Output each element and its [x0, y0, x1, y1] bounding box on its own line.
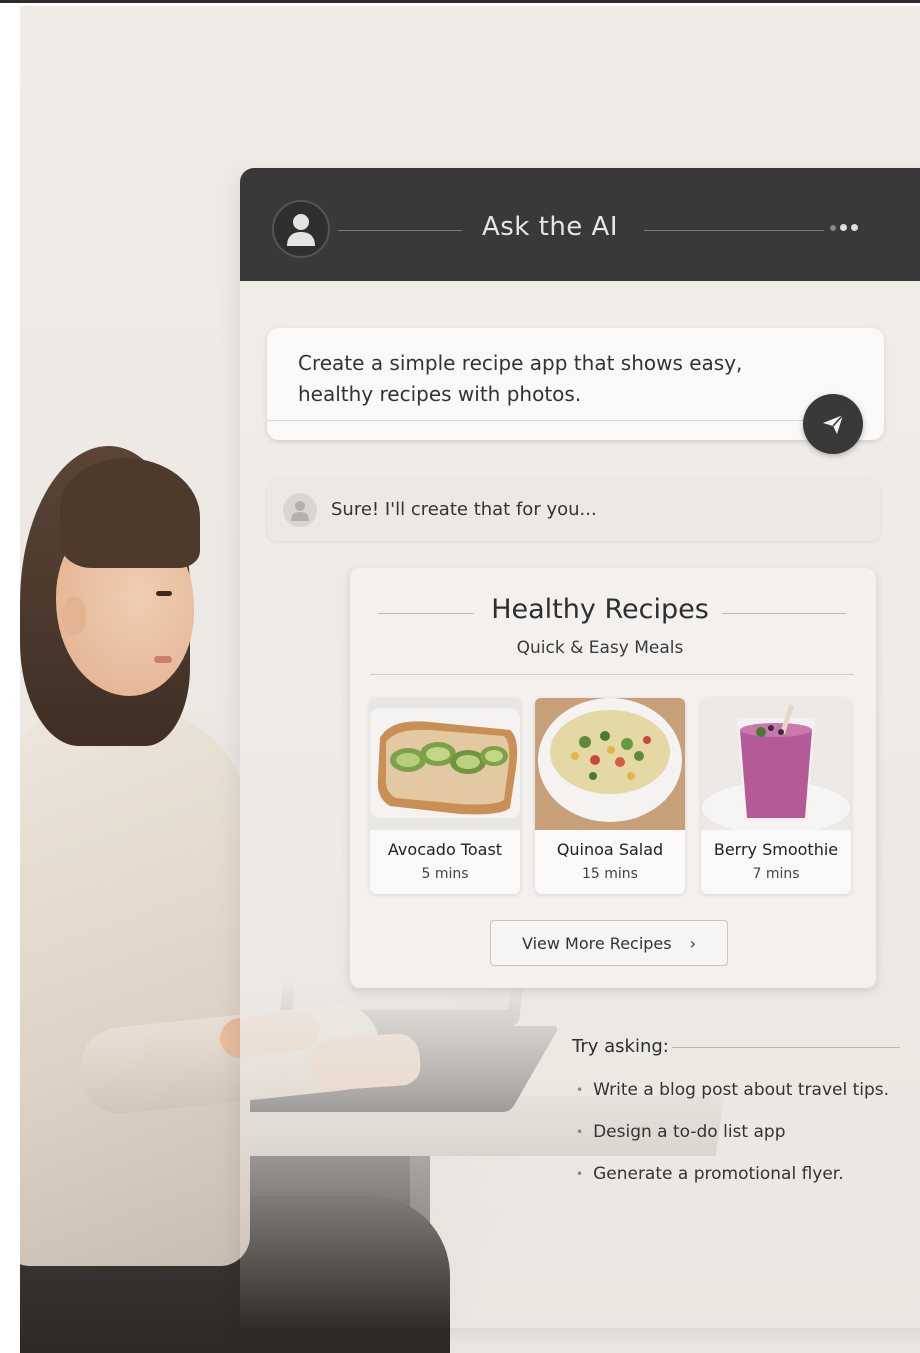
recipe-tile-avocado-toast[interactable]: Avocado Toast 5 mins [370, 698, 520, 894]
prompt-input[interactable]: Create a simple recipe app that shows ea… [267, 328, 884, 440]
user-icon [287, 214, 315, 246]
prompt-line-2: healthy recipes with photos. [298, 382, 582, 406]
chevron-right-icon: › [689, 933, 697, 953]
suggestion-item[interactable]: • Generate a promotional flyer. [576, 1164, 844, 1184]
top-border [0, 0, 920, 3]
recipe-card-subtitle: Quick & Easy Meals [516, 638, 684, 658]
prompt-text: Create a simple recipe app that shows ea… [298, 348, 778, 410]
bullet-icon: • [576, 1167, 584, 1181]
recipe-time: 7 mins [752, 866, 800, 882]
recipe-name: Berry Smoothie [713, 840, 839, 859]
title-rule-right [722, 613, 846, 614]
panel-header: Ask the AI [240, 168, 920, 281]
bullet-icon: • [576, 1125, 584, 1139]
paper-plane-icon [823, 414, 844, 434]
ai-chat-panel: Ask the AI Create a simple recipe app th… [240, 168, 920, 1328]
recipe-time: 5 mins [421, 866, 469, 882]
recipe-card-title: Healthy Recipes [491, 594, 709, 625]
woman-torso [20, 706, 250, 1266]
ai-avatar-icon [283, 493, 317, 527]
suggestion-text: Design a to-do list app [593, 1122, 786, 1142]
ai-reply-message: Sure! I'll create that for you... [267, 479, 880, 541]
more-options-icon[interactable] [830, 224, 858, 231]
woman-ear [62, 596, 86, 636]
try-asking-rule [672, 1047, 900, 1048]
recipe-tile-quinoa-salad[interactable]: Quinoa Salad 15 mins [535, 698, 685, 894]
view-more-label: View More Recipes [521, 933, 672, 953]
reply-text: Sure! I'll create that for you... [331, 499, 597, 520]
recipe-tile-berry-smoothie[interactable]: Berry Smoothie 7 mins [701, 698, 851, 894]
recipe-name: Quinoa Salad [556, 840, 664, 859]
dot [840, 224, 847, 231]
woman-lips [154, 656, 172, 663]
background-scene: Ask the AI Create a simple recipe app th… [20, 6, 920, 1353]
suggestion-item[interactable]: • Write a blog post about travel tips. [576, 1080, 889, 1100]
prompt-line-1: Create a simple recipe app that shows ea… [298, 351, 743, 375]
prompt-underline [267, 420, 807, 421]
send-button[interactable] [803, 394, 863, 454]
avocado-toast-photo [370, 698, 520, 830]
card-divider [370, 674, 854, 675]
header-rule-left [338, 230, 462, 231]
panel-title: Ask the AI [481, 212, 619, 242]
dot [830, 224, 836, 231]
woman-bangs [60, 458, 200, 568]
recipe-name: Avocado Toast [387, 840, 503, 859]
user-avatar[interactable] [272, 200, 330, 258]
header-rule-right [644, 230, 824, 231]
quinoa-salad-photo [535, 698, 685, 830]
woman-eye [156, 591, 172, 596]
suggestion-item[interactable]: • Design a to-do list app [576, 1122, 785, 1142]
berry-smoothie-photo [701, 698, 851, 830]
recipe-time: 15 mins [582, 866, 638, 882]
suggestion-text: Write a blog post about travel tips. [593, 1080, 890, 1100]
view-more-recipes-button[interactable]: View More Recipes › [490, 920, 728, 966]
dot [851, 224, 858, 231]
suggestion-text: Generate a promotional flyer. [593, 1164, 844, 1184]
recipe-app-preview: Healthy Recipes Quick & Easy Meals Avoca… [350, 568, 876, 988]
bullet-icon: • [576, 1083, 584, 1097]
try-asking-heading: Try asking: [572, 1036, 669, 1057]
